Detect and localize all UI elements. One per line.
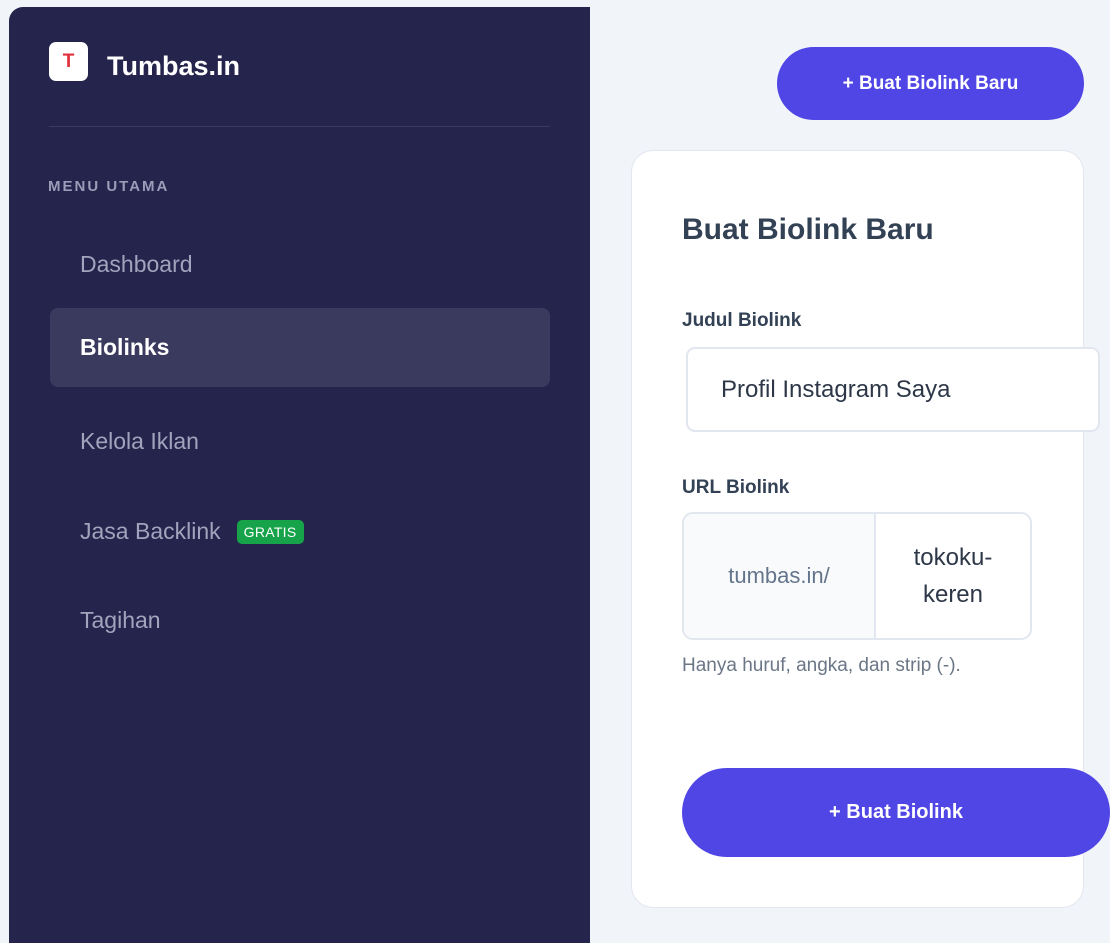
sidebar-divider [49,126,550,127]
form-title: Buat Biolink Baru [682,213,934,246]
brand[interactable]: T Tumbas.in [49,41,240,82]
sidebar-item-label: Jasa Backlink [80,518,221,544]
url-input-group: tumbas.in/ tokoku-keren [682,512,1032,640]
sidebar-item-label: Kelola Iklan [80,428,199,454]
sidebar-item-biolinks[interactable]: Biolinks [50,308,550,387]
sidebar-item-jasa-backlink[interactable]: Jasa Backlink GRATIS [50,492,550,571]
url-prefix: tumbas.in/ [684,514,876,638]
sidebar-item-tagihan[interactable]: Tagihan [50,581,550,660]
title-field-label: Judul Biolink [682,310,802,331]
sidebar-item-label: Biolinks [80,334,170,360]
new-biolink-button[interactable]: + Buat Biolink Baru [777,47,1084,120]
create-biolink-button[interactable]: + Buat Biolink [682,768,1110,857]
sidebar: T Tumbas.in MENU UTAMA Dashboard Biolink… [9,7,590,943]
biolink-url-value: tokoku-keren [913,544,993,608]
sidebar-item-label: Dashboard [80,251,193,277]
sidebar-item-kelola-iklan[interactable]: Kelola Iklan [50,402,550,481]
biolink-title-input[interactable]: Profil Instagram Saya [686,347,1100,432]
url-hint: Hanya huruf, angka, dan strip (-). [682,655,961,676]
biolink-url-input[interactable]: tokoku-keren [876,514,1030,638]
free-badge: GRATIS [236,519,304,544]
biolink-title-value: Profil Instagram Saya [721,375,951,403]
brand-name: Tumbas.in [107,51,241,81]
url-field-label: URL Biolink [682,477,790,498]
sidebar-item-label: Tagihan [80,607,161,633]
sidebar-item-dashboard[interactable]: Dashboard [50,225,550,304]
brand-logo-icon: T [49,42,88,81]
menu-section-label: MENU UTAMA [48,178,170,195]
